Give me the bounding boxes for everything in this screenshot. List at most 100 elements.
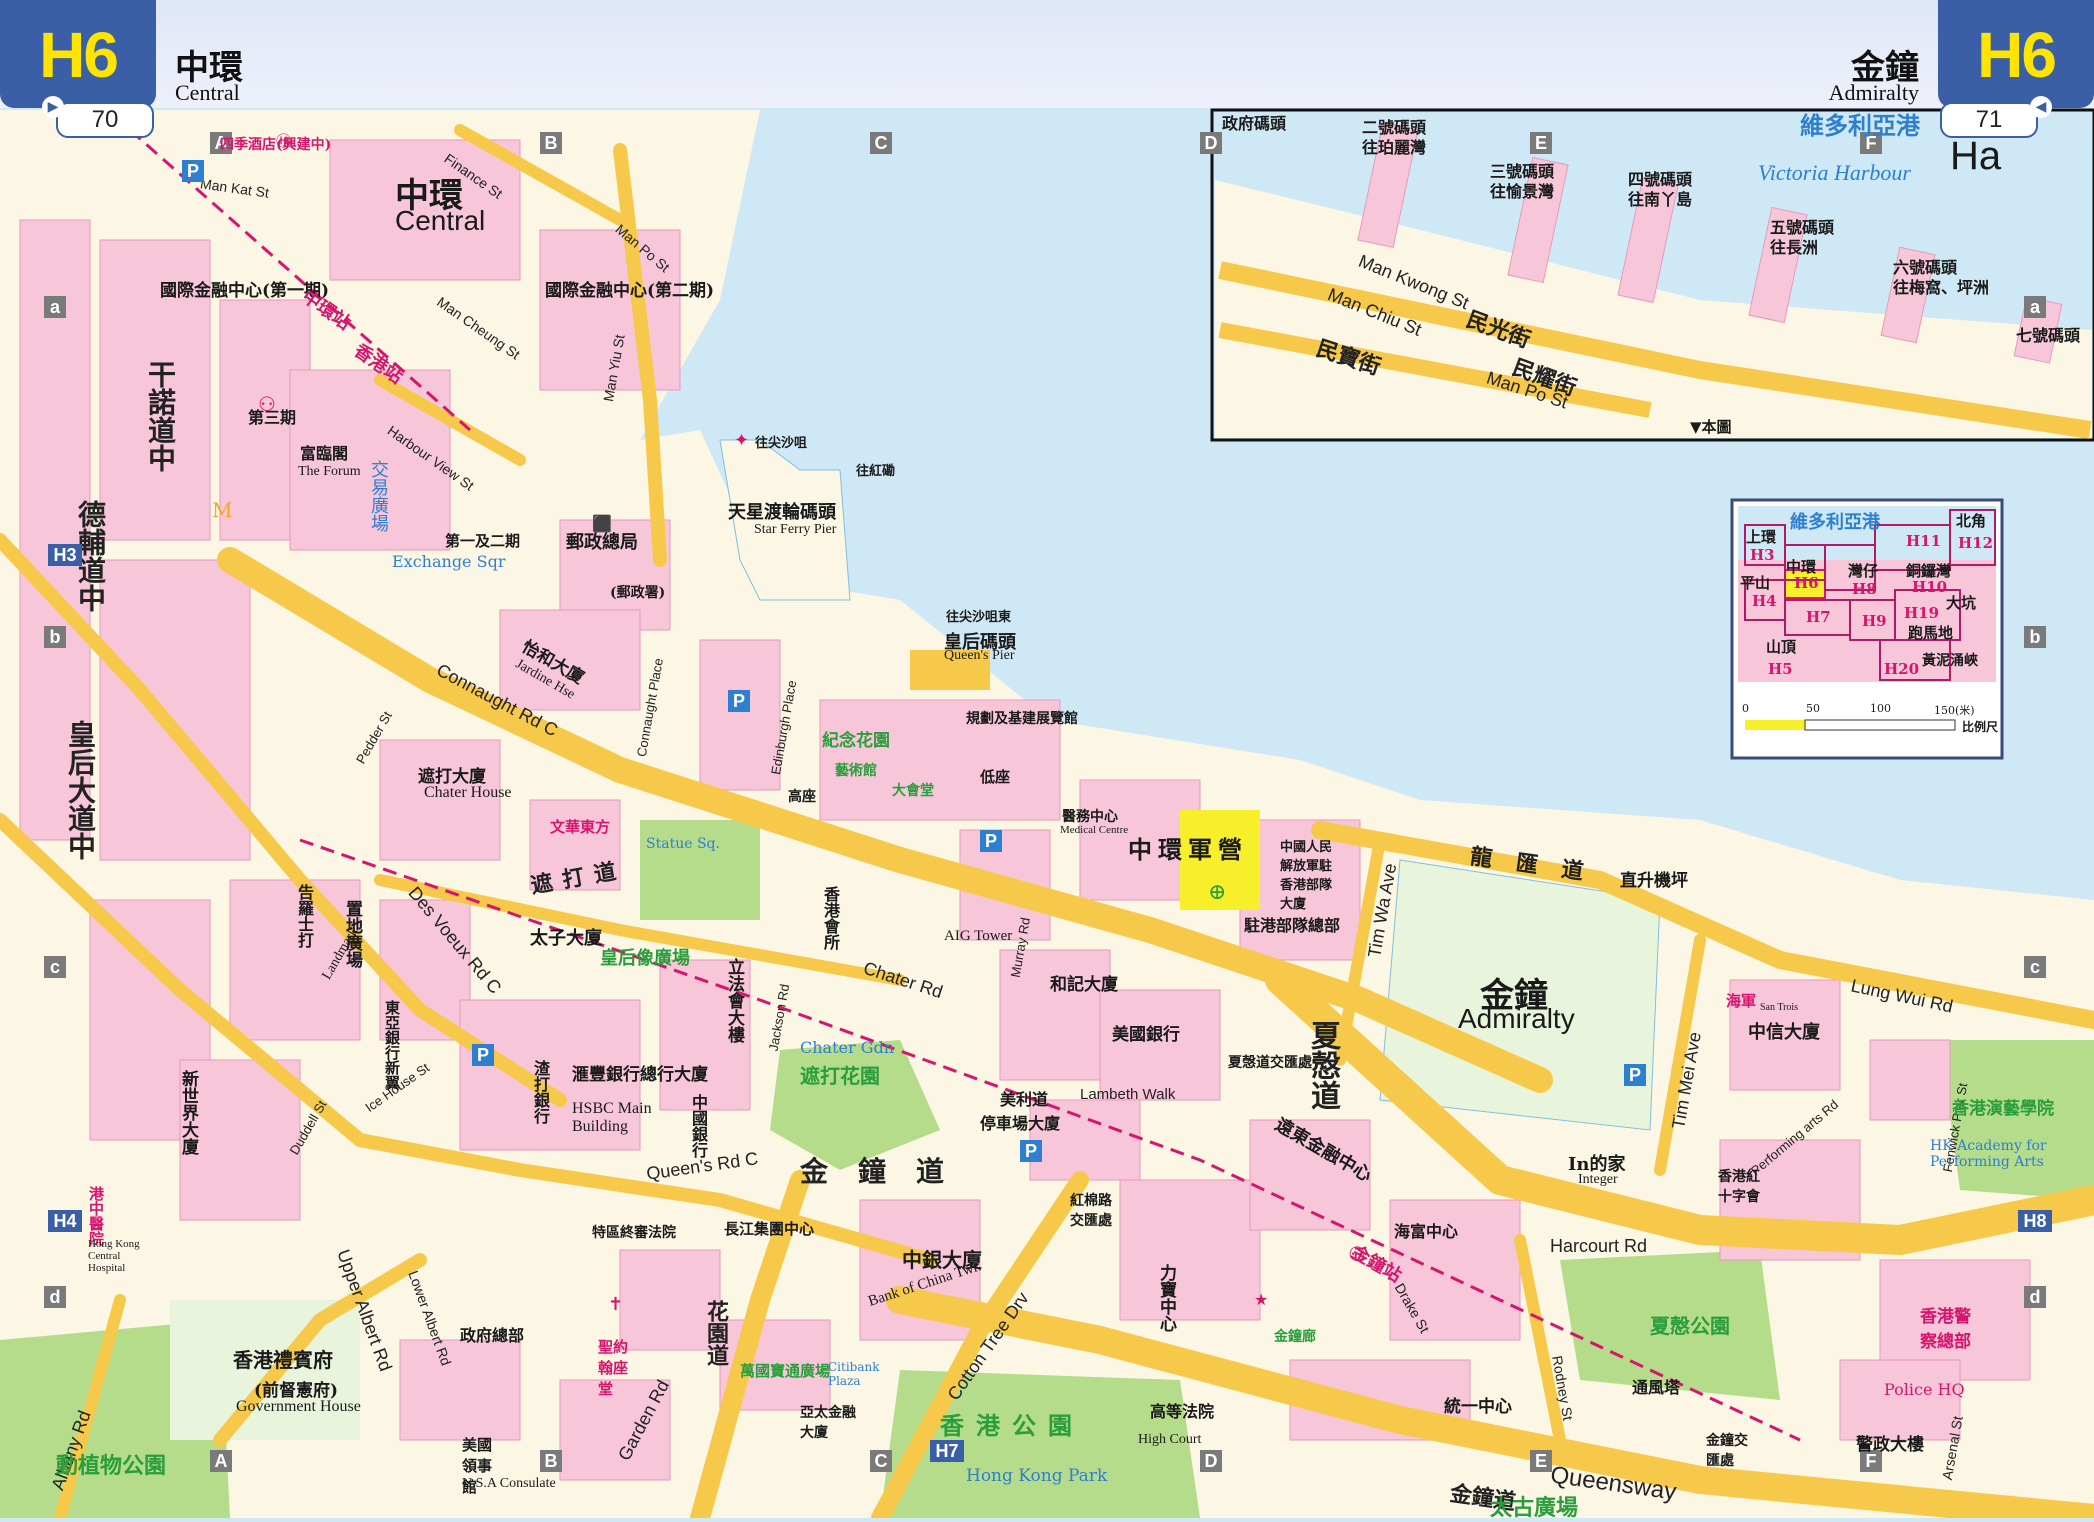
- landmark-hk-park-en: Hong Kong Park: [966, 1466, 1108, 1486]
- landmark-admiralty-garden[interactable]: 金鐘廊: [1274, 1326, 1316, 1346]
- landmark-exchange-square-en: Exchange Sqr: [392, 552, 506, 571]
- key-map-cell-wong-nai-chung[interactable]: 黃泥涌峽: [1922, 650, 1978, 670]
- key-map-cell-h12[interactable]: H12: [1958, 534, 1993, 552]
- landmark-city-gallery[interactable]: 規劃及基建展覽館: [966, 708, 1078, 728]
- landmark-high-court-zh[interactable]: 高等法院: [1150, 1398, 1214, 1422]
- landmark-government-hq[interactable]: 政府總部: [460, 1322, 524, 1346]
- landmark-police-hq-zh[interactable]: 香港警察總部: [1920, 1302, 1984, 1352]
- landmark-hkapa-zh[interactable]: 香港演藝學院: [1952, 1094, 2054, 1119]
- adjacent-map-h8[interactable]: H8: [2018, 1210, 2052, 1232]
- key-map-cell-h8[interactable]: H8: [1852, 580, 1877, 598]
- district-admiralty-en: Admiralty: [1458, 1003, 1575, 1034]
- landmark-citic-tower[interactable]: 中信大廈: [1748, 1018, 1820, 1044]
- landmark-gloucester[interactable]: 告羅士打: [292, 884, 316, 948]
- key-map-cell-wan-chai[interactable]: 灣仔: [1848, 560, 1878, 581]
- landmark-chater-garden-en: Chater Gdn: [800, 1038, 895, 1057]
- landmark-chater-garden-zh[interactable]: 遮打花園: [800, 1060, 880, 1089]
- landmark-admiralty-centre[interactable]: 海富中心: [1394, 1218, 1458, 1242]
- landmark-tamar-park[interactable]: 夏慤公園: [1650, 1310, 1730, 1339]
- landmark-pla-building[interactable]: 中國人民解放軍駐香港部隊大廈: [1280, 836, 1342, 912]
- landmark-cheung-kong[interactable]: 長江集團中心: [724, 1218, 814, 1239]
- landmark-harcourt-interchange: 夏愨道交匯處: [1228, 1055, 1312, 1071]
- church-icon: ✝: [608, 1294, 624, 1315]
- landmark-ferry-tst: 往尖沙咀: [755, 436, 808, 451]
- landmark-car-park[interactable]: 停車場大廈: [980, 1110, 1060, 1134]
- landmark-memorial-garden[interactable]: 紀念花園: [822, 726, 890, 751]
- landmark-ifc2[interactable]: 國際金融中心(第二期): [545, 276, 714, 301]
- landmark-hutchison[interactable]: 和記大廈: [1050, 970, 1118, 995]
- landmark-high-block: 高座: [788, 789, 816, 805]
- page-number-right[interactable]: 71: [1940, 102, 2038, 138]
- landmark-citibank-plaza-zh[interactable]: 萬國寶通廣場: [740, 1360, 830, 1381]
- landmark-exchange-phase12[interactable]: 第一及二期: [445, 530, 520, 551]
- prev-page-arrow-icon[interactable]: ▶: [42, 96, 64, 118]
- landmark-city-hall[interactable]: 大會堂: [892, 780, 934, 800]
- landmark-art-gallery[interactable]: 藝術館: [835, 760, 877, 780]
- key-map-cell-happy-valley[interactable]: 跑馬地: [1908, 622, 1953, 643]
- landmark-aig-tower[interactable]: AIG Tower: [944, 928, 1012, 945]
- landmark-statue-square-zh[interactable]: 皇后像廣場: [600, 944, 690, 970]
- landmark-central-barracks[interactable]: 中環軍營: [1128, 830, 1248, 865]
- key-map-cell-h9[interactable]: H9: [1862, 612, 1887, 630]
- grid-row-d: d: [44, 1286, 66, 1308]
- landmark-bank-of-america[interactable]: 美國銀行: [1112, 1020, 1180, 1045]
- landmark-legco[interactable]: 立法會大樓: [722, 958, 747, 1043]
- key-map-cell-the-peak[interactable]: 山頂: [1766, 636, 1796, 657]
- landmark-st-johns[interactable]: 聖約翰座堂: [598, 1336, 636, 1399]
- key-map-cell-h6[interactable]: H6: [1794, 574, 1819, 592]
- key-map-cell-h11[interactable]: H11: [1906, 532, 1941, 550]
- key-map-cell-tai-hang[interactable]: 大坑: [1946, 592, 1976, 613]
- landmark-mandarin-oriental[interactable]: 文華東方: [550, 816, 610, 837]
- key-map-cell-h7[interactable]: H7: [1806, 608, 1831, 626]
- key-map-title: 維多利亞港: [1790, 512, 1880, 533]
- key-map-cell-north-point[interactable]: 北角: [1956, 510, 1986, 531]
- landmark-bea[interactable]: 東亞銀行新翼: [382, 1000, 403, 1090]
- adjacent-map-h7[interactable]: H7: [930, 1440, 964, 1462]
- landmark-asia-pacific-finance[interactable]: 亞太金融大廈: [800, 1402, 860, 1442]
- landmark-bank-of-china-old[interactable]: 中國銀行: [686, 1094, 710, 1158]
- landmark-red-cross[interactable]: 香港紅十字會: [1718, 1166, 1770, 1206]
- landmark-exchange-square-zh[interactable]: 交易廣場: [365, 460, 391, 532]
- landmark-forum-zh[interactable]: 富臨閣: [300, 440, 348, 464]
- landmark-hsbc-zh[interactable]: 滙豐銀行總行大廈: [572, 1060, 708, 1085]
- landmark-garrison-hq[interactable]: 駐港部隊總部: [1244, 912, 1340, 936]
- key-map-cell-h20[interactable]: H20: [1884, 660, 1919, 678]
- key-map-cell-h10[interactable]: H10: [1912, 578, 1947, 596]
- adjacent-map-h4[interactable]: H4: [48, 1210, 82, 1232]
- landmark-court-of-final-appeal[interactable]: 特區終審法院: [592, 1222, 676, 1242]
- landmark-united-centre[interactable]: 統一中心: [1444, 1392, 1512, 1417]
- next-page-arrow-icon[interactable]: ◀: [2030, 96, 2052, 118]
- landmark-zoo[interactable]: 動植物公園: [56, 1448, 166, 1480]
- road-lambeth-label: Lambeth Walk: [1080, 1086, 1176, 1103]
- landmark-government-house-zh[interactable]: 香港禮賓府: [233, 1344, 333, 1373]
- landmark-helipad[interactable]: 直升機坪: [1620, 866, 1688, 891]
- key-map-cell-sheung-wan[interactable]: 上環: [1746, 526, 1776, 547]
- landmark-san-trois-zh[interactable]: 海軍: [1726, 990, 1756, 1011]
- landmark-police-tower[interactable]: 警政大樓: [1856, 1430, 1924, 1455]
- landmark-standard-chartered[interactable]: 渣打銀行: [528, 1060, 552, 1124]
- landmark-citibank-plaza-en: Citibank Plaza: [828, 1360, 880, 1388]
- key-map-cell-mid-levels[interactable]: 平山: [1740, 572, 1770, 593]
- landmark-new-world-tower[interactable]: 新世界大廈: [176, 1070, 201, 1155]
- landmark-pacific-place[interactable]: 太古廣場: [1490, 1490, 1578, 1522]
- grid-tab-left: H6: [0, 0, 156, 108]
- ferry-pier-icon: ✦: [734, 430, 750, 451]
- adjacent-map-h3[interactable]: H3: [48, 544, 82, 566]
- page-number-left[interactable]: 70: [56, 102, 154, 138]
- landmark-cotton-tree-interchange: 紅棉路交匯處: [1070, 1193, 1112, 1229]
- landmark-lippo-centre[interactable]: 力寶中心: [1154, 1264, 1179, 1332]
- pier-government: 政府碼頭: [1222, 114, 1287, 133]
- landmark-princes-building[interactable]: 太子大廈: [530, 924, 602, 950]
- landmark-hk-park-zh[interactable]: 香港公園: [940, 1406, 1084, 1441]
- key-map-cell-h3[interactable]: H3: [1750, 546, 1775, 564]
- key-map-cell-h19[interactable]: H19: [1904, 604, 1939, 622]
- landmark-central-hospital-zh[interactable]: 港中醫院: [86, 1186, 107, 1246]
- pier-6-dest: 往梅窩、坪洲: [1893, 278, 1990, 297]
- key-map-cell-h5[interactable]: H5: [1768, 660, 1793, 678]
- key-map-cell-h4[interactable]: H4: [1752, 592, 1777, 610]
- landmark-star-ferry-zh[interactable]: 天星渡輪碼頭: [728, 498, 836, 524]
- landmark-hk-club[interactable]: 香港會所: [818, 886, 842, 950]
- parking-icon: P: [980, 830, 1002, 852]
- scale-tick-50: 50: [1806, 702, 1820, 715]
- landmark-medical-centre-zh[interactable]: 醫務中心: [1062, 806, 1118, 826]
